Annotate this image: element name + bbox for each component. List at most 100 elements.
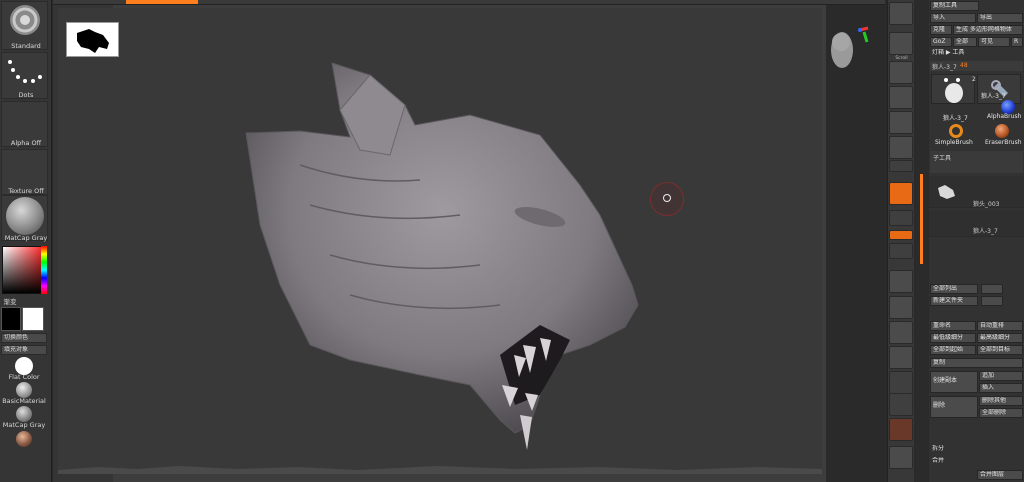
split-link[interactable]: 拆分 <box>930 445 970 455</box>
subtool-name-1: 狼人-3_7 <box>973 228 998 235</box>
panel-separator <box>916 0 928 482</box>
actual-button[interactable] <box>889 111 913 134</box>
gradient-label: 渐变 <box>3 298 17 306</box>
current-tool-name: 狼人-3_7 <box>932 64 957 71</box>
line-fill-button[interactable] <box>889 371 913 394</box>
sculpt-model[interactable] <box>240 55 670 455</box>
brush-label: Standard <box>11 42 41 50</box>
bpr-button[interactable] <box>889 2 913 25</box>
lowest-res-button[interactable]: 最低级细分 <box>930 333 976 343</box>
matcap-gray2-label: MatCap Gray <box>2 421 46 429</box>
current-tool-row[interactable]: 狼人-3_7 48 <box>930 61 1023 71</box>
dots-stroke-icon <box>8 60 42 83</box>
alphabrush-icon <box>1001 100 1015 114</box>
subtool-item-0[interactable]: 狼头_003 <box>929 176 1024 208</box>
list-all-button[interactable]: 全部列出 <box>930 284 978 294</box>
gyro-button[interactable] <box>889 243 913 259</box>
matcap-sphere-icon <box>6 197 44 235</box>
alpha-label: Alpha Off <box>10 139 42 147</box>
merge-link[interactable]: 合并 <box>930 457 970 467</box>
material-selector[interactable]: MatCap Gray <box>1 195 48 242</box>
delete-other-button[interactable]: 删除其他 <box>979 396 1023 406</box>
delete-all-button[interactable]: 全部删除 <box>979 408 1023 418</box>
cursor-center-icon <box>663 194 671 202</box>
basic-material-swatch[interactable] <box>16 382 32 398</box>
tool-name-4: EraserBrush <box>985 139 1022 146</box>
right-icon-column: Scroll <box>887 0 914 482</box>
scroll-button[interactable] <box>889 61 913 84</box>
fill-object-button[interactable]: 填充对象 <box>1 345 47 355</box>
tool-thumb-werewolf[interactable]: 2 <box>931 74 976 104</box>
make-polymesh-button[interactable]: 生成 多边形网格物体 <box>953 25 1023 35</box>
subtool-item-1[interactable]: 狼人-3_7 <box>929 211 1024 237</box>
main-color-swatch[interactable] <box>22 307 44 331</box>
persp-button[interactable] <box>889 182 913 205</box>
r-button[interactable]: R <box>1011 37 1023 47</box>
current-tool-count: 48 <box>960 62 968 69</box>
delete-button[interactable]: 删除 <box>930 396 978 418</box>
tool-name-3: SimpleBrush <box>935 139 973 146</box>
tool-name-0: 狼人-3_7 <box>943 115 968 122</box>
all-low-button[interactable]: 全部到起始 <box>930 345 976 355</box>
solo-button[interactable] <box>889 418 913 441</box>
xpose-button[interactable] <box>889 446 913 469</box>
frame-button[interactable] <box>889 270 913 293</box>
stroke-label: Dots <box>18 91 34 99</box>
export-button[interactable]: 导出 <box>977 13 1023 23</box>
new-folder-button[interactable]: 新建文件夹 <box>930 296 978 306</box>
texture-selector[interactable]: Texture Off <box>1 149 48 195</box>
secondary-color-swatch[interactable] <box>1 307 21 331</box>
navigator-thumbnail[interactable] <box>66 22 119 57</box>
visible-button[interactable]: 可见 <box>978 37 1010 47</box>
import-button[interactable]: 导入 <box>930 13 976 23</box>
highest-res-button[interactable]: 最高级细分 <box>977 333 1023 343</box>
material-label: MatCap Gray <box>4 234 48 242</box>
simplebrush-icon <box>949 124 963 138</box>
tool-name-1: 狼人-3_7 <box>981 93 1006 100</box>
all-button[interactable]: 全部 <box>953 37 977 47</box>
switch-color-button[interactable]: 切换颜色 <box>1 333 47 343</box>
list-toggle-button[interactable] <box>981 284 1003 294</box>
aahalf-button[interactable] <box>889 136 913 159</box>
clone-button[interactable]: 克隆 <box>930 25 952 35</box>
goz-button[interactable]: GoZ <box>930 37 952 47</box>
insert-button[interactable]: 插入 <box>979 383 1023 393</box>
color-picker[interactable] <box>2 246 46 294</box>
auto-reorder-button[interactable]: 自动重排 <box>977 321 1023 331</box>
transp-button[interactable] <box>889 393 913 416</box>
subtool-scrollbar[interactable] <box>920 174 923 264</box>
merge-layer-button[interactable]: 合并图层 <box>977 470 1023 480</box>
rotate-button[interactable] <box>889 346 913 369</box>
floor-button[interactable] <box>889 210 913 226</box>
matcap-gray-swatch[interactable] <box>16 406 32 422</box>
all-high-button[interactable]: 全部到目标 <box>977 345 1023 355</box>
subtool-header-label: 子工具 <box>933 155 952 162</box>
spix-button[interactable] <box>889 32 913 55</box>
lightbox-tools-link[interactable]: 灯箱 ▶ 工具 <box>930 49 1023 59</box>
arrow-button[interactable] <box>981 296 1003 306</box>
append-button[interactable]: 追加 <box>979 371 1023 381</box>
alpha-selector[interactable]: Alpha Off <box>1 101 48 147</box>
dynamic-button[interactable] <box>889 160 913 172</box>
left-shelf: Standard Dots Alpha Off Texture Off MatC… <box>0 0 52 482</box>
copy-tool-button[interactable]: 复制工具 <box>930 1 979 11</box>
navigation-gizmo[interactable] <box>822 22 872 72</box>
tool-badge: 2 <box>972 76 976 83</box>
stroke-selector[interactable]: Dots <box>1 52 48 99</box>
zoom-button[interactable] <box>889 86 913 109</box>
standard-brush-icon <box>10 5 40 35</box>
move-button[interactable] <box>889 296 913 319</box>
brush-selector[interactable]: Standard <box>1 1 48 50</box>
flat-color-label: Flat Color <box>8 373 40 381</box>
hue-strip[interactable] <box>41 246 47 294</box>
scale-button[interactable] <box>889 321 913 344</box>
skin-material-swatch[interactable] <box>16 431 32 447</box>
rename-button[interactable]: 重命名 <box>930 321 976 331</box>
werewolf-thumb-icon <box>944 78 963 103</box>
subtool-name-0: 狼头_003 <box>973 201 1000 208</box>
tool-panel: 复制工具 导入 导出 克隆 生成 多边形网格物体 GoZ 全部 可见 R 灯箱 … <box>929 0 1024 482</box>
create-dup-button[interactable]: 创建副本 <box>930 371 978 393</box>
local-button[interactable] <box>889 230 913 240</box>
duplicate-button[interactable]: 复制 <box>930 358 1023 368</box>
progress-indicator <box>126 0 198 4</box>
